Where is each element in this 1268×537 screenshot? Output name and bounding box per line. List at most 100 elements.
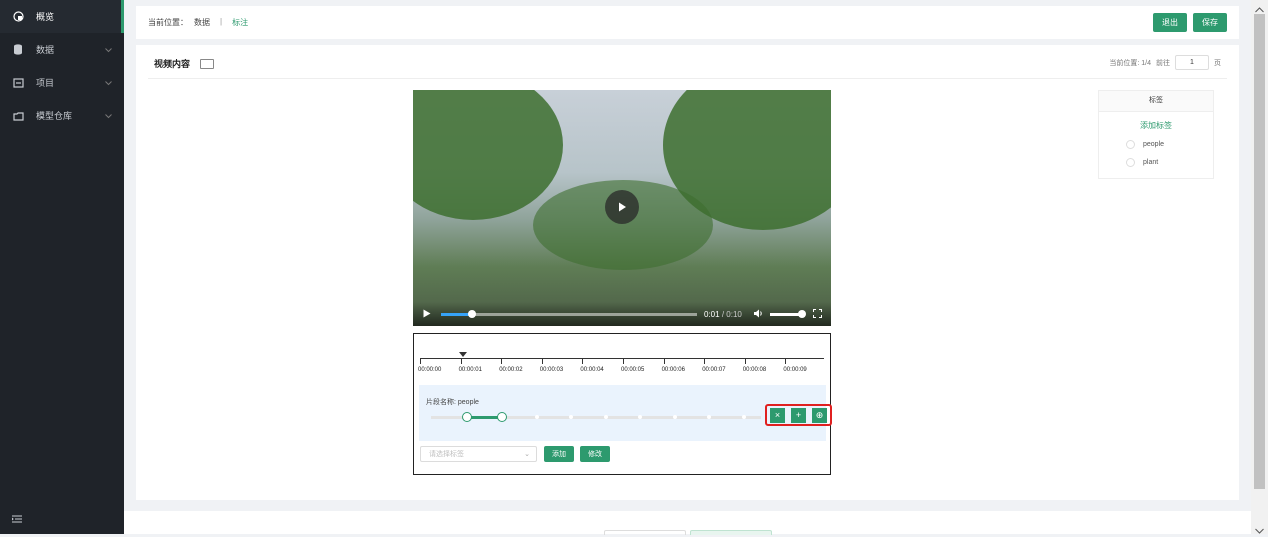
split-segment-button[interactable]: ⊕ [812,407,827,423]
segment-track[interactable] [431,412,761,422]
breadcrumb-item-data[interactable]: 数据 [194,17,210,28]
scroll-up-icon[interactable] [1255,2,1264,16]
tag-option-people[interactable]: people [1099,140,1213,149]
footer-area [124,511,1251,535]
header-bar: 当前位置： 数据 | 标注 退出 保存 [136,6,1239,39]
timeline-tick [663,358,665,364]
keyboard-icon[interactable] [200,58,215,69]
sidebar-item-overview[interactable]: 概览 [0,0,124,33]
timeline-editor: 片段名称: people × + ⊕ 请选择标签 ⌄ 添加 修改 00:00:0… [413,333,832,475]
delete-segment-button[interactable]: × [770,407,785,423]
time-separator: / [721,310,725,319]
scroll-down-icon[interactable] [1255,523,1264,537]
pager-position: 当前位置: 1/4 [1109,59,1151,67]
timeline-tick [744,358,746,364]
fullscreen-icon[interactable] [813,309,822,320]
segment-step-dot [741,415,746,419]
play-overlay-button[interactable] [605,190,639,224]
segment-step-dot [638,415,642,419]
content-panel: 视频内容 当前位置: 1/4 前往 1 页 0:01 / 0:10 片段名称: … [136,45,1239,500]
timeline-ruler [420,358,824,359]
footer-button[interactable] [604,530,686,535]
segment-step-dot [500,415,504,419]
sidebar-item-model-repo[interactable]: 模型仓库 [0,99,124,132]
timeline-tick-label: 00:00:05 [621,367,645,373]
scrollbar-thumb[interactable] [1254,14,1265,489]
pager: 当前位置: 1/4 前往 1 页 [1109,55,1221,70]
menu-collapse-icon[interactable] [12,512,22,526]
breadcrumb-item-annotate: 标注 [232,18,249,27]
video-frame [413,90,563,220]
pager-page-input[interactable]: 1 [1175,55,1209,70]
tag-select-placeholder: 请选择标签 [429,451,464,458]
timeline-tick [704,358,706,364]
timeline-tick [460,358,462,364]
footer-button[interactable] [690,530,772,535]
panel-title: 视频内容 [154,57,215,70]
radio-icon[interactable] [1126,140,1135,149]
add-segment-button[interactable]: + [791,407,806,423]
sidebar-item-project[interactable]: 项目 [0,66,124,99]
add-tag-link[interactable]: 添加标签 [1099,120,1213,131]
video-player[interactable]: 0:01 / 0:10 [413,90,831,326]
tag-select[interactable]: 请选择标签 ⌄ [420,446,537,462]
sidebar: 概览 数据 项目 模型仓库 [0,0,124,534]
sidebar-item-data[interactable]: 数据 [0,33,124,66]
playhead-marker[interactable] [459,352,467,357]
timeline-tick-label: 00:00:08 [742,367,767,373]
play-icon[interactable] [423,309,431,320]
timeline-tick-label: 00:00:07 [702,367,726,373]
tag-option-label: plant [1143,159,1159,166]
timeline-tick-label: 00:00:03 [539,367,564,373]
timeline-tick [541,358,543,364]
volume-icon[interactable] [754,309,764,320]
segment-row: 片段名称: people × + ⊕ [419,385,832,441]
database-icon [12,44,24,56]
breadcrumb-separator: | [220,17,223,26]
divider [148,78,1227,79]
radio-icon[interactable] [1126,158,1135,167]
sidebar-item-label: 模型仓库 [36,111,73,121]
segment-step-dot [672,415,677,419]
timeline-tick [501,358,503,364]
segment-step-dot [465,415,470,419]
timeline-tick [623,358,624,364]
timeline-tick [582,358,584,364]
segment-step-dot [534,415,539,419]
progress-handle[interactable] [467,310,476,318]
pager-goto-label: 前往 [1156,59,1170,67]
save-button[interactable]: 保存 [1193,13,1227,32]
chevron-down-icon [105,111,112,121]
project-icon [12,77,24,89]
timeline-tick-label: 00:00:06 [661,367,685,373]
exit-button[interactable]: 退出 [1153,13,1187,32]
sidebar-item-label: 项目 [36,78,55,88]
chevron-down-icon [105,78,112,88]
pager-unit: 页 [1214,59,1221,67]
segment-label: 片段名称: people [426,399,479,406]
tag-option-plant[interactable]: plant [1099,158,1213,167]
time-display: 0:01 / 0:10 [704,310,742,319]
chevron-down-icon [105,45,112,55]
add-button[interactable]: 添加 [544,446,574,462]
video-progress-bar[interactable] [441,310,697,318]
volume-handle[interactable] [798,310,806,318]
time-current: 0:01 [704,310,720,319]
sidebar-item-label: 数据 [36,45,55,55]
tag-panel: 标签 添加标签 people plant [1098,90,1214,179]
volume-slider[interactable] [770,310,806,318]
sidebar-item-label: 概览 [36,12,55,22]
timeline-tick-label: 00:00:09 [783,367,807,373]
dashboard-icon [12,11,24,23]
folder-icon [12,110,24,122]
chevron-down-icon: ⌄ [524,451,530,458]
breadcrumb-prefix: 当前位置： [148,18,188,27]
timeline-tick-label: 00:00:04 [580,367,604,373]
modify-button[interactable]: 修改 [580,446,610,462]
page-title: 视频内容 [154,59,191,69]
segment-step-dot [707,415,711,419]
breadcrumb: 当前位置： 数据 | 标注 [148,17,248,28]
timeline-tick-label: 00:00:01 [458,367,482,373]
video-controls: 0:01 / 0:10 [413,302,831,326]
scrollbar[interactable] [1251,0,1268,534]
